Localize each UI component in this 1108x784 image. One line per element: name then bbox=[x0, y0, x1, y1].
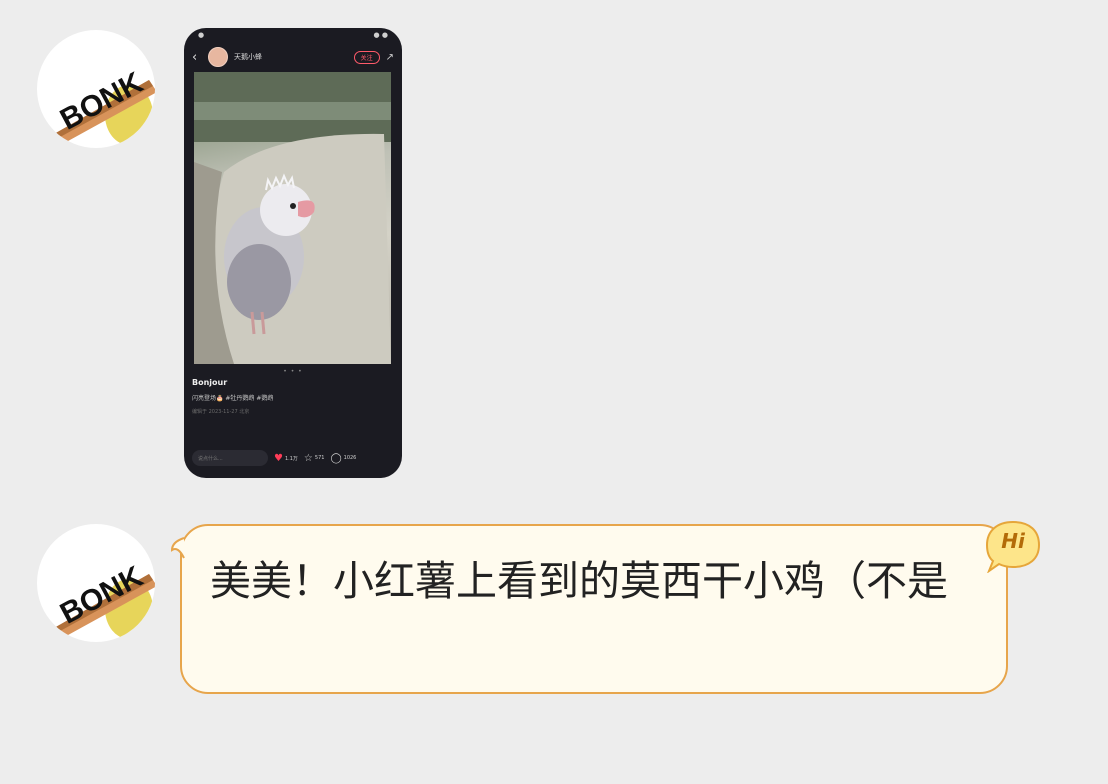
bubble-tail bbox=[170, 537, 185, 559]
comment-count: 1026 bbox=[343, 455, 357, 461]
back-icon: ‹ bbox=[192, 49, 198, 65]
favorite-count: 571 bbox=[314, 455, 325, 461]
post-meta: 编辑于 2023-11-27 北京 bbox=[192, 409, 250, 415]
hi-badge-icon: Hi bbox=[985, 519, 1041, 574]
status-bar: ● ● ● bbox=[198, 31, 388, 39]
post-tags: 闪亮登场🎂 #牡丹鹦鹉 #鹦鹉 bbox=[192, 395, 274, 402]
heart-icon: ♥ bbox=[274, 452, 283, 464]
post-header: ‹ 天鹅小蜂 关注 ↗ bbox=[184, 44, 402, 70]
comment-stat: ◯ 1026 bbox=[330, 453, 356, 464]
like-count: 1.1万 bbox=[284, 455, 298, 462]
star-icon: ☆ bbox=[303, 452, 313, 464]
shared-image-message[interactable]: ● ● ● ‹ 天鹅小蜂 关注 ↗ • • • Bonjour 闪亮登场🎂 #牡丹… bbox=[184, 28, 402, 478]
sender-avatar[interactable]: BONK bbox=[37, 524, 155, 642]
post-action-bar: 说点什么... ♥ 1.1万 ☆ 571 ◯ 1026 bbox=[192, 448, 394, 468]
badge-text: Hi bbox=[1001, 529, 1025, 553]
message-text: 美美！小红薯上看到的莫西干小鸡（不是 bbox=[210, 557, 948, 605]
post-title: Bonjour bbox=[192, 378, 228, 387]
follow-button: 关注 bbox=[353, 50, 380, 64]
favorite-stat: ☆ 571 bbox=[304, 453, 325, 464]
author-avatar bbox=[208, 47, 228, 67]
share-icon: ↗ bbox=[385, 51, 394, 63]
comment-input: 说点什么... bbox=[192, 450, 268, 466]
comment-icon: ◯ bbox=[330, 452, 342, 464]
author-name: 天鹅小蜂 bbox=[234, 53, 262, 61]
post-photo bbox=[194, 72, 391, 364]
image-pager: • • • bbox=[283, 368, 303, 375]
sender-avatar[interactable]: BONK bbox=[37, 30, 155, 148]
like-stat: ♥ 1.1万 bbox=[274, 453, 298, 464]
text-message-bubble[interactable]: 美美！小红薯上看到的莫西干小鸡（不是 bbox=[170, 524, 1008, 694]
